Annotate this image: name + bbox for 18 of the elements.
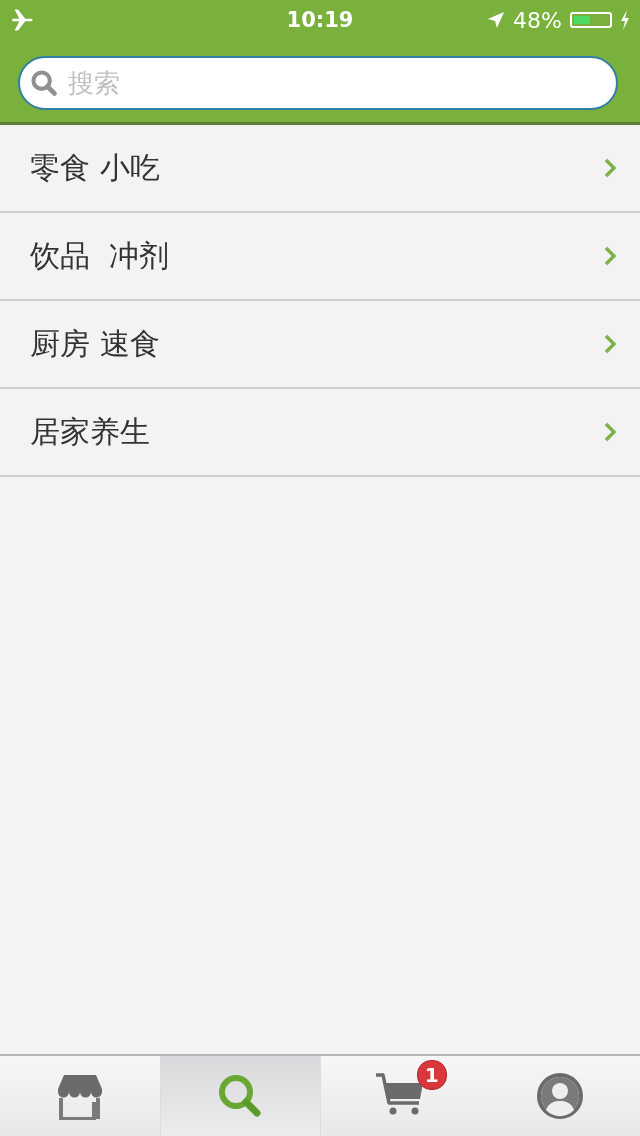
category-item[interactable]: 零食 小吃 (0, 125, 640, 213)
chevron-right-icon (604, 422, 616, 442)
location-arrow-icon (487, 11, 506, 29)
chevron-right-icon (604, 334, 616, 354)
storefront-icon (55, 1072, 104, 1120)
cart-count-badge: 1 (416, 1060, 447, 1090)
profile-icon (536, 1072, 585, 1120)
category-item[interactable]: 厨房 速食 (0, 301, 640, 389)
category-item[interactable]: 饮品 冲剂 (0, 213, 640, 301)
battery-icon (570, 12, 612, 28)
search-icon (30, 69, 58, 97)
status-time: 10:19 (286, 8, 354, 32)
category-item[interactable]: 居家养生 (0, 389, 640, 477)
chevron-right-icon (604, 246, 616, 266)
search-field[interactable]: 搜索 (18, 56, 618, 110)
chevron-right-icon (604, 158, 616, 178)
battery-percent: 48% (513, 7, 562, 33)
charging-bolt-icon (620, 10, 630, 30)
